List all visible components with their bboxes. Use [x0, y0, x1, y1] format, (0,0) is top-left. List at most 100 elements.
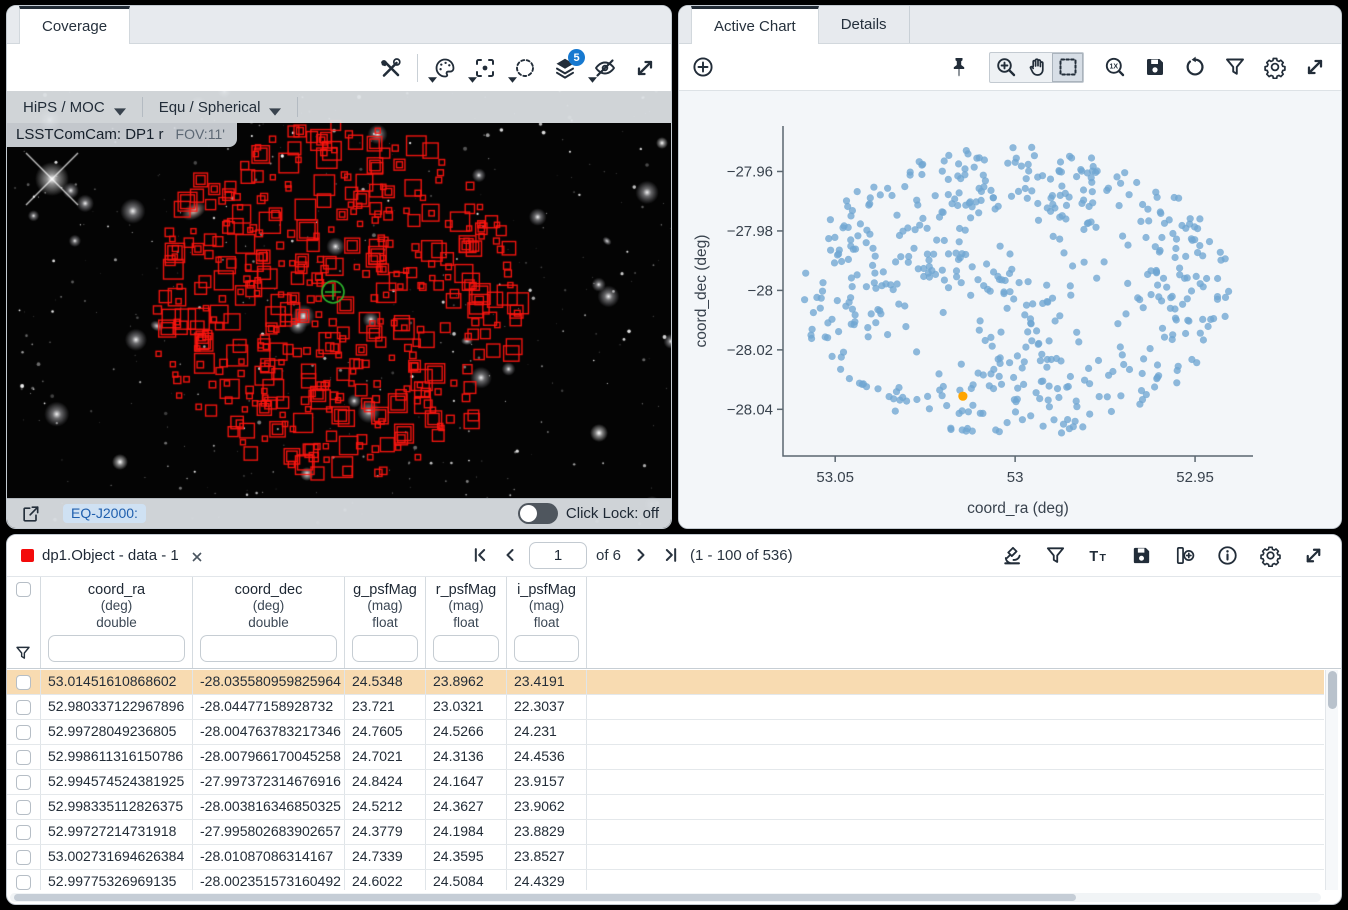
scatter-point[interactable] [854, 232, 861, 239]
scatter-point[interactable] [956, 410, 963, 417]
scatter-point[interactable] [1089, 168, 1096, 175]
scatter-point[interactable] [943, 402, 950, 409]
scatter-point[interactable] [990, 194, 997, 201]
plus-circle-button[interactable] [689, 54, 716, 81]
column-filter-input[interactable] [433, 635, 499, 662]
scatter-point[interactable] [845, 256, 852, 263]
table-row[interactable]: 52.998335112826375-28.00381634685032524.… [7, 795, 1324, 820]
scatter-point[interactable] [1184, 317, 1191, 324]
scatter-point[interactable] [1052, 317, 1059, 324]
column-header-coord_dec[interactable]: coord_dec(deg)double [193, 577, 345, 668]
scatter-point[interactable] [868, 310, 875, 317]
scatter-point[interactable] [913, 348, 920, 355]
scatter-point[interactable] [849, 207, 856, 214]
scatter-point[interactable] [1023, 175, 1030, 182]
recenter-button[interactable] [471, 54, 498, 81]
scatter-point[interactable] [1018, 163, 1025, 170]
scatter-point[interactable] [1043, 282, 1050, 289]
scatter-point[interactable] [913, 396, 920, 403]
scatter-point[interactable] [945, 152, 952, 159]
scatter-point[interactable] [840, 349, 847, 356]
scatter-point[interactable] [813, 294, 820, 301]
scatter-point[interactable] [834, 297, 841, 304]
box-select-button[interactable] [1052, 53, 1083, 82]
scatter-point[interactable] [863, 383, 870, 390]
scatter-point[interactable] [837, 366, 844, 373]
scatter-point[interactable] [1196, 242, 1203, 249]
scatter-point[interactable] [1171, 194, 1178, 201]
scatter-point[interactable] [939, 392, 946, 399]
scatter-point[interactable] [1206, 238, 1213, 245]
scatter-point[interactable] [1080, 186, 1087, 193]
scatter-point[interactable] [1050, 416, 1057, 423]
scatter-point[interactable] [1036, 395, 1043, 402]
scatter-point[interactable] [1152, 189, 1159, 196]
scatter-point[interactable] [1222, 313, 1229, 320]
scatter-point[interactable] [924, 393, 931, 400]
table-row[interactable]: 53.002731694626384-28.0108708631416724.7… [7, 845, 1324, 870]
scatter-point[interactable] [956, 225, 963, 232]
scatter-point[interactable] [947, 426, 954, 433]
scatter-point[interactable] [1058, 429, 1065, 436]
scatter-point[interactable] [1044, 298, 1051, 305]
scatter-point[interactable] [1147, 345, 1154, 352]
scatter-point[interactable] [958, 279, 965, 286]
scatter-point[interactable] [801, 296, 808, 303]
scatter-point[interactable] [829, 353, 836, 360]
scatter-point[interactable] [819, 279, 826, 286]
prev-page-button[interactable] [499, 545, 520, 566]
scatter-point[interactable] [1197, 330, 1204, 337]
scatter-point[interactable] [933, 237, 940, 244]
scatter-point[interactable] [884, 185, 891, 192]
scatter-point[interactable] [899, 394, 906, 401]
scatter-point[interactable] [1085, 219, 1092, 226]
save-button[interactable] [1128, 542, 1155, 569]
scatter-point[interactable] [1171, 305, 1178, 312]
scatter-point[interactable] [1022, 185, 1029, 192]
scatter-point[interactable] [945, 250, 952, 257]
scatter-point[interactable] [992, 426, 999, 433]
scatter-point[interactable] [810, 309, 817, 316]
scatter-point[interactable] [1159, 325, 1166, 332]
scatter-point[interactable] [849, 306, 856, 313]
scatter-point[interactable] [1161, 334, 1168, 341]
scatter-point[interactable] [1075, 338, 1082, 345]
scatter-point[interactable] [884, 331, 891, 338]
scatter-point[interactable] [1027, 412, 1034, 419]
scatter-point[interactable] [987, 187, 994, 194]
column-header-r_psfMag[interactable]: r_psfMag(mag)float [426, 577, 507, 668]
scatter-point[interactable] [995, 203, 1002, 210]
first-page-button[interactable] [469, 545, 490, 566]
scatter-point[interactable] [825, 235, 832, 242]
scatter-point[interactable] [916, 222, 923, 229]
scatter-point[interactable] [1126, 191, 1133, 198]
scatter-point[interactable] [871, 270, 878, 277]
scatter-point[interactable] [1184, 295, 1191, 302]
scatter-point[interactable] [1136, 401, 1143, 408]
scatter-point[interactable] [975, 209, 982, 216]
scatter-point[interactable] [1069, 262, 1076, 269]
scatter-point[interactable] [1073, 329, 1080, 336]
scatter-point[interactable] [1054, 385, 1061, 392]
scatter-point[interactable] [1119, 351, 1126, 358]
scatter-point[interactable] [936, 214, 943, 221]
scatter-point[interactable] [986, 382, 993, 389]
row-checkbox[interactable] [16, 775, 31, 790]
scatter-point[interactable] [1057, 158, 1064, 165]
scatter-point[interactable] [941, 277, 948, 284]
click-lock-toggle[interactable] [518, 503, 558, 524]
scatter-point[interactable] [1172, 254, 1179, 261]
scatter-point[interactable] [1011, 396, 1018, 403]
scatter-point[interactable] [1088, 174, 1095, 181]
scatter-point[interactable] [831, 234, 838, 241]
scatter-point[interactable] [1044, 204, 1051, 211]
scatter-point[interactable] [1140, 355, 1147, 362]
scatter-point[interactable] [1176, 265, 1183, 272]
refresh-button[interactable] [1181, 54, 1208, 81]
table-row[interactable]: 52.99727214731918-27.99580268390265724.3… [7, 820, 1324, 845]
tab-active-chart[interactable]: Active Chart [691, 6, 819, 44]
scatter-point[interactable] [1108, 408, 1115, 415]
expand-button[interactable] [1301, 54, 1328, 81]
visibility-off-button[interactable] [591, 54, 618, 81]
scatter-point[interactable] [1031, 152, 1038, 159]
